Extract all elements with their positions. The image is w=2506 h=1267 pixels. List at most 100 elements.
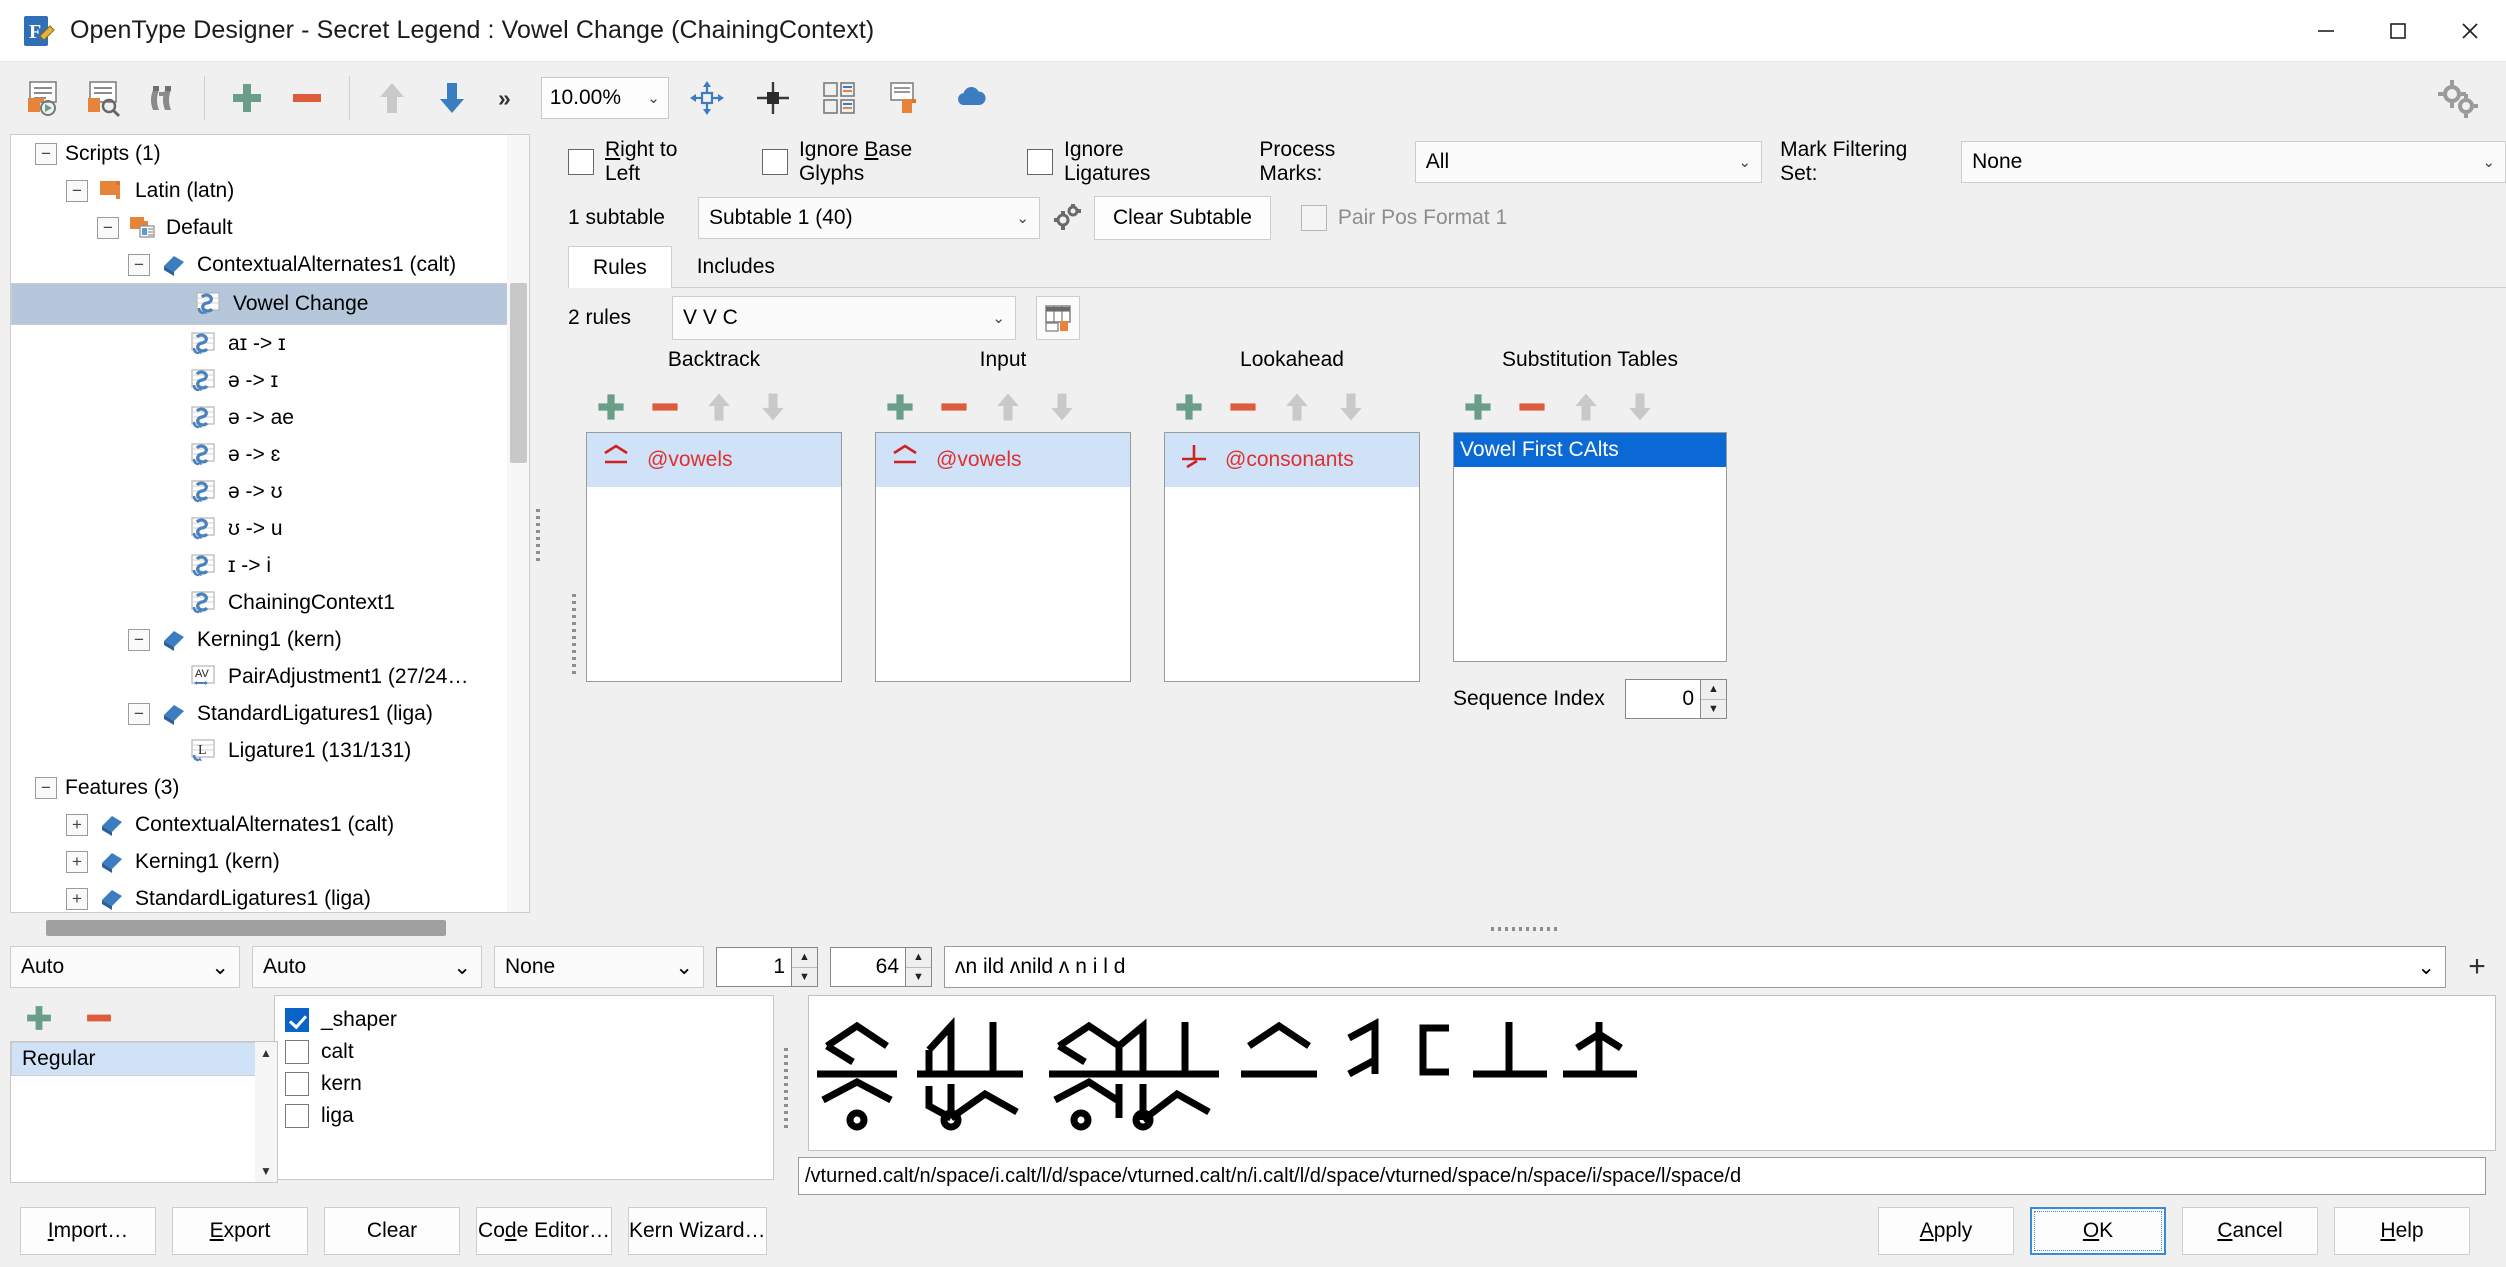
rule-select[interactable]: V V C ⌄ xyxy=(672,296,1016,340)
sequence-index-input[interactable]: 0 xyxy=(1625,679,1701,719)
stepper-up-icon[interactable]: ▲ xyxy=(906,948,931,967)
tree-row[interactable]: ə -> ae xyxy=(11,399,529,436)
sequence-index-stepper[interactable]: ▲ ▼ xyxy=(1701,679,1727,719)
maximize-button[interactable] xyxy=(2362,0,2434,62)
remove-icon[interactable] xyxy=(646,388,684,426)
tree-scrollbar-thumb[interactable] xyxy=(510,283,527,463)
feature-checkbox[interactable] xyxy=(285,1040,309,1064)
import-button[interactable]: Import… xyxy=(20,1207,156,1255)
find-icon[interactable] xyxy=(134,70,190,126)
code-editor-button[interactable]: Co d e Editor… xyxy=(476,1207,612,1255)
tree-row[interactable]: − Default xyxy=(11,209,529,246)
settings-gears-icon[interactable] xyxy=(2436,78,2480,128)
move-up-icon[interactable] xyxy=(1278,388,1316,426)
move-up-icon[interactable] xyxy=(1567,388,1605,426)
collapse-icon[interactable]: − xyxy=(66,179,88,202)
cancel-button[interactable]: Cancel xyxy=(2182,1207,2318,1255)
instances-scrollbar[interactable]: ▲ ▼ xyxy=(255,1042,277,1182)
tab-includes[interactable]: Includes xyxy=(672,245,800,287)
collapse-icon[interactable]: − xyxy=(128,702,150,725)
stepper-up-icon[interactable]: ▲ xyxy=(792,948,817,967)
ignore-base-glyphs-option[interactable]: Ignore Base Glyphs xyxy=(761,138,983,186)
feature-checkbox[interactable] xyxy=(285,1072,309,1096)
sample-text-input[interactable]: ʌn ild ʌnild ʌ n i l d ⌄ xyxy=(944,946,2446,988)
feature-row[interactable]: liga xyxy=(285,1100,773,1132)
apply-button[interactable]: Apply xyxy=(1878,1207,2014,1255)
right-to-left-option[interactable]: Right to Left xyxy=(568,138,718,186)
collapse-icon[interactable]: − xyxy=(97,216,119,239)
add-icon[interactable] xyxy=(881,388,919,426)
right-to-left-checkbox[interactable] xyxy=(568,149,594,175)
remove-icon[interactable] xyxy=(1513,388,1551,426)
move-down-icon[interactable] xyxy=(1043,388,1081,426)
glyph-preview[interactable] xyxy=(808,995,2496,1151)
instances-list[interactable]: Regular ▲ ▼ xyxy=(10,1041,278,1183)
tree-splitter[interactable] xyxy=(530,134,546,939)
clear-button[interactable]: Clear xyxy=(324,1207,460,1255)
process-marks-select[interactable]: All ⌄ xyxy=(1414,141,1763,183)
instance-item-regular[interactable]: Regular xyxy=(11,1042,277,1076)
stepper-down-icon[interactable]: ▼ xyxy=(1701,698,1726,719)
remove-icon[interactable] xyxy=(279,70,335,126)
remove-icon[interactable] xyxy=(80,999,118,1037)
center-origin-icon[interactable] xyxy=(745,70,801,126)
stepper-down-icon[interactable]: ▼ xyxy=(792,966,817,987)
feature-script-select[interactable]: Auto ⌄ xyxy=(10,946,240,988)
feature-checkbox[interactable] xyxy=(285,1008,309,1032)
tree-row[interactable]: ʊ -> u xyxy=(11,510,529,547)
column-list[interactable]: @consonants xyxy=(1164,432,1420,682)
add-sample-button[interactable]: + xyxy=(2458,948,2496,986)
line-count-stepper[interactable]: ▲ ▼ xyxy=(792,947,818,987)
column-list[interactable]: Vowel First CAlts xyxy=(1453,432,1727,662)
collapse-icon[interactable]: − xyxy=(35,142,57,165)
feature-row[interactable]: _shaper xyxy=(285,1004,773,1036)
zoom-select[interactable]: 10.00% ⌄ xyxy=(540,77,669,119)
tree-row[interactable]: Vowel Change xyxy=(11,283,529,325)
scroll-up-icon[interactable]: ▲ xyxy=(255,1042,277,1064)
point-size-spinner[interactable]: 64 ▲ ▼ xyxy=(830,947,932,987)
add-icon[interactable] xyxy=(592,388,630,426)
subtable-select[interactable]: Subtable 1 (40) ⌄ xyxy=(698,197,1040,239)
export-button[interactable]: Export xyxy=(172,1207,308,1255)
tree-row[interactable]: + ContextualAlternates1 (calt) xyxy=(11,806,529,843)
point-size-stepper[interactable]: ▲ ▼ xyxy=(906,947,932,987)
tree-row[interactable]: − Kerning1 (kern) xyxy=(11,621,529,658)
move-down-icon[interactable] xyxy=(754,388,792,426)
tree-row[interactable]: aɪ -> ɪ xyxy=(11,325,529,362)
cloud-icon[interactable] xyxy=(943,70,999,126)
tree-row[interactable]: ə -> ʊ xyxy=(11,473,529,510)
tree-row[interactable]: + Kerning1 (kern) xyxy=(11,843,529,880)
expand-icon[interactable]: + xyxy=(66,887,88,910)
remove-icon[interactable] xyxy=(1224,388,1262,426)
tree-row[interactable]: − Features (3) xyxy=(11,769,529,806)
feature-tree[interactable]: − Scripts (1) − Latin (latn) − Default − Contex… xyxy=(10,134,530,914)
tree-row[interactable]: + StandardLigatures1 (liga) xyxy=(11,880,529,912)
collapse-icon[interactable]: − xyxy=(128,628,150,651)
toolbar-overflow-chevron[interactable]: » xyxy=(498,85,511,112)
feature-checkbox[interactable] xyxy=(285,1104,309,1128)
feature-row[interactable]: calt xyxy=(285,1036,773,1068)
glyph-path-field[interactable]: /vturned.calt/n/space/i.calt/l/d/space/v… xyxy=(798,1157,2486,1195)
features-checklist[interactable]: _shaper calt kern liga xyxy=(274,995,774,1180)
clear-subtable-button[interactable]: Clear Subtable xyxy=(1094,196,1271,240)
tree-scrollbar[interactable] xyxy=(507,135,529,913)
columns-splitter[interactable] xyxy=(562,348,586,919)
kern-wizard-button[interactable]: Kern Wizard… xyxy=(628,1207,767,1255)
move-up-icon[interactable] xyxy=(989,388,1027,426)
line-count-value[interactable]: 1 xyxy=(716,947,792,987)
move-down-icon[interactable] xyxy=(424,70,480,126)
ignore-ligatures-option[interactable]: Ignore Ligatures xyxy=(1026,138,1215,186)
tree-row[interactable]: ɪ -> i xyxy=(11,547,529,584)
minimize-button[interactable] xyxy=(2290,0,2362,62)
remove-icon[interactable] xyxy=(935,388,973,426)
fit-to-window-icon[interactable] xyxy=(679,70,735,126)
tab-rules[interactable]: Rules xyxy=(568,246,672,288)
preview-font-icon[interactable] xyxy=(74,70,130,126)
tree-row[interactable]: − Scripts (1) xyxy=(11,135,529,172)
tree-row[interactable]: ChainingContext1 xyxy=(11,584,529,621)
ok-button[interactable]: OK xyxy=(2030,1207,2166,1255)
export-page-icon[interactable] xyxy=(877,70,933,126)
tree-row[interactable]: AV PairAdjustment1 (27/24… xyxy=(11,658,529,695)
line-count-spinner[interactable]: 1 ▲ ▼ xyxy=(716,947,818,987)
glyph-table-icon[interactable] xyxy=(1036,296,1080,340)
